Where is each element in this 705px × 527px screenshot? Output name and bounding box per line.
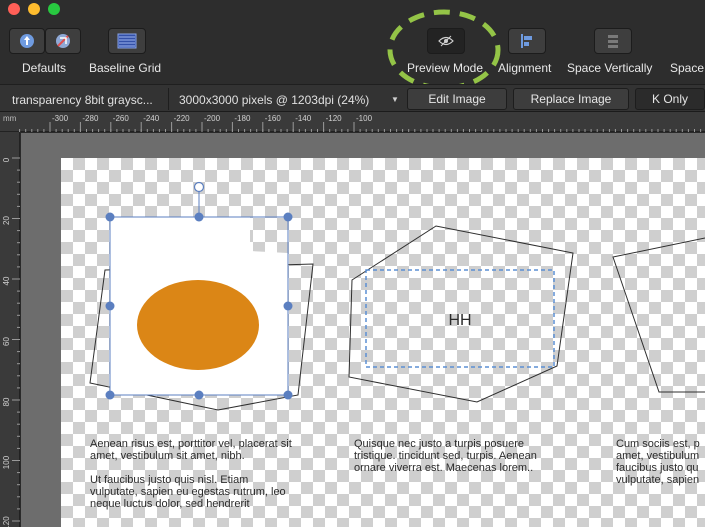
resize-handle-left[interactable]: [105, 301, 115, 311]
text-line: ornare viverra est. Maecenas lorem..: [354, 462, 534, 474]
resize-handle-bottom-left[interactable]: [105, 390, 115, 400]
text-line: vulputate, sapien: [616, 474, 700, 486]
text-line: Aenean risus est, porttitor vel, placera…: [90, 438, 292, 450]
rotation-handle[interactable]: [193, 181, 205, 193]
text-line: Quisque nec justo a turpis posuere: [354, 438, 524, 450]
text-line: Cum sociis est, p: [616, 438, 700, 450]
text-column-2[interactable]: Quisque nec justo a turpis posuere trist…: [354, 438, 537, 486]
text-line: neque luctus dolor, sed hendrerit: [90, 498, 250, 510]
paragraph: Ut faucibus justo quis nisl. Etiam vulpu…: [90, 474, 292, 510]
text-column-3[interactable]: Cum sociis est, p amet, vestibulum fauci…: [616, 438, 705, 498]
paragraph: Quisque nec justo a turpis posuere trist…: [354, 438, 537, 474]
orange-ellipse: [137, 280, 259, 370]
text-frame-content: HH: [448, 312, 471, 329]
resize-handle-bottom[interactable]: [194, 390, 204, 400]
text-line: vulputate, sapien eu egestas rutrum, leo: [90, 486, 286, 498]
text-line: faucibus justo qu: [616, 462, 699, 474]
pentagon-shape[interactable]: [612, 237, 705, 393]
text-line: tristique. tincidunt sed, turpis. Aenean: [354, 450, 537, 462]
text-line: amet, vestibulum sit amet, nibh.: [90, 450, 245, 462]
paragraph: Cum sociis est, p amet, vestibulum fauci…: [616, 438, 705, 486]
resize-handle-top[interactable]: [194, 212, 204, 222]
text-line: amet, vestibulum: [616, 450, 700, 462]
text-line: Ut faucibus justo quis nisl. Etiam: [90, 474, 249, 486]
text-column-1[interactable]: Aenean risus est, porttitor vel, placera…: [90, 438, 292, 522]
resize-handle-top-right[interactable]: [283, 212, 293, 222]
resize-handle-top-left[interactable]: [105, 212, 115, 222]
resize-handle-right[interactable]: [283, 301, 293, 311]
paragraph: Aenean risus est, porttitor vel, placera…: [90, 438, 292, 462]
resize-handle-bottom-right[interactable]: [283, 390, 293, 400]
